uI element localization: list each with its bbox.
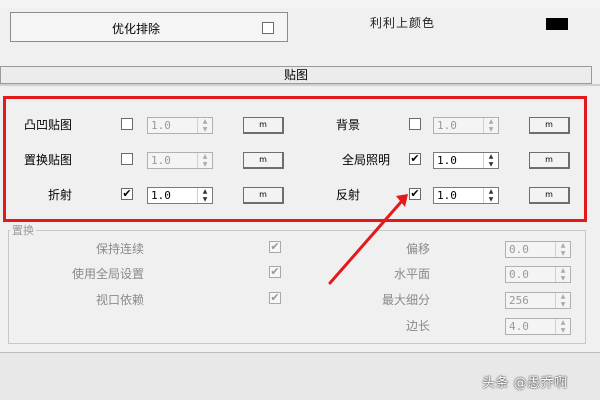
vray-settings-panel: 优化排除 利利上颜色 贴图 凸凹贴图 1.0 ▲ ▼ m 背景 1.0 ▲ ▼ m … bbox=[0, 0, 600, 400]
annotation-arrow-icon bbox=[328, 194, 408, 285]
